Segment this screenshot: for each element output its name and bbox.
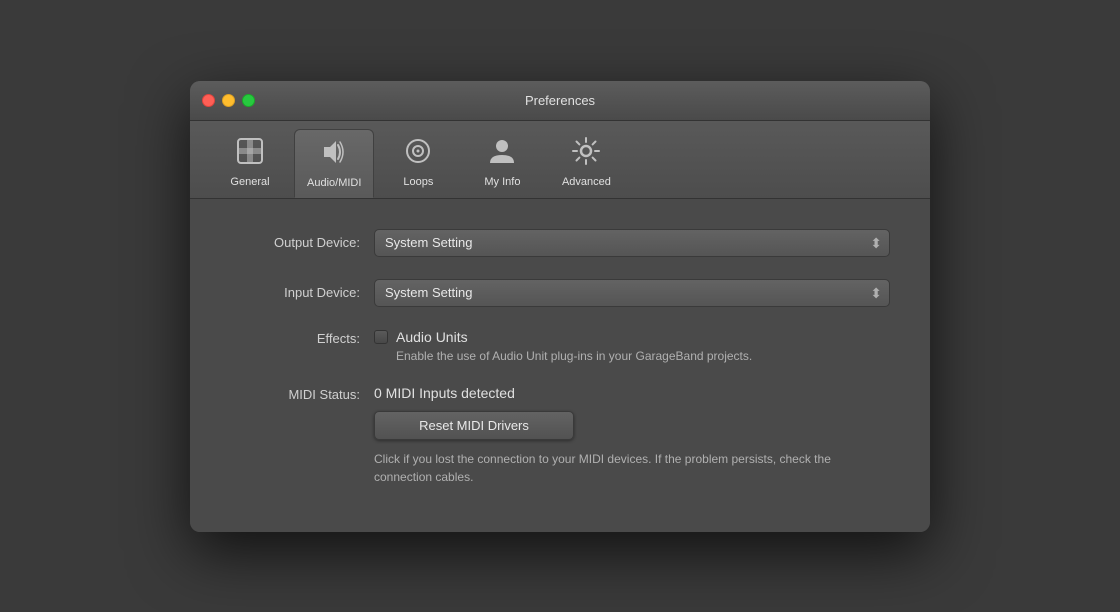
tab-general[interactable]: General [210,129,290,198]
tab-loops[interactable]: Loops [378,129,458,198]
effects-label: Effects: [230,329,360,346]
tab-my-info[interactable]: My Info [462,129,542,198]
tab-my-info-label: My Info [484,176,520,188]
input-device-wrapper: System Setting ⬍ [374,279,890,307]
tab-audio-midi[interactable]: Audio/MIDI [294,129,374,198]
midi-help-text: Click if you lost the connection to your… [374,450,854,486]
content-area: Output Device: System Setting ⬍ Input De… [190,199,930,532]
loops-icon [402,135,434,172]
effects-content: Audio Units Enable the use of Audio Unit… [374,329,752,363]
input-device-label: Input Device: [230,285,360,300]
tab-audio-midi-label: Audio/MIDI [307,177,361,189]
reset-midi-button[interactable]: Reset MIDI Drivers [374,411,574,440]
audio-units-checkbox[interactable] [374,330,388,344]
tab-general-label: General [230,176,269,188]
midi-status-row: MIDI Status: 0 MIDI Inputs detected Rese… [230,385,890,486]
input-device-select[interactable]: System Setting [374,279,890,307]
window-title: Preferences [525,93,595,108]
audio-midi-icon [318,136,350,173]
my-info-icon [486,135,518,172]
audio-units-label: Audio Units [396,329,468,345]
close-button[interactable] [202,94,215,107]
output-device-select[interactable]: System Setting [374,229,890,257]
tab-loops-label: Loops [403,176,433,188]
midi-content: 0 MIDI Inputs detected Reset MIDI Driver… [374,385,854,486]
effects-row: Effects: Audio Units Enable the use of A… [230,329,890,363]
minimize-button[interactable] [222,94,235,107]
output-device-wrapper: System Setting ⬍ [374,229,890,257]
audio-units-row: Audio Units [374,329,752,345]
general-icon [234,135,266,172]
input-device-row: Input Device: System Setting ⬍ [230,279,890,307]
preferences-window: Preferences General [190,81,930,532]
audio-units-description: Enable the use of Audio Unit plug-ins in… [396,349,752,363]
maximize-button[interactable] [242,94,255,107]
midi-status-text: 0 MIDI Inputs detected [374,385,854,401]
output-device-row: Output Device: System Setting ⬍ [230,229,890,257]
advanced-icon [570,135,602,172]
toolbar: General Audio/MIDI [190,121,930,199]
output-device-label: Output Device: [230,235,360,250]
tab-advanced[interactable]: Advanced [546,129,626,198]
midi-status-label: MIDI Status: [230,385,360,402]
traffic-lights [202,94,255,107]
tab-advanced-label: Advanced [562,176,611,188]
title-bar: Preferences [190,81,930,121]
